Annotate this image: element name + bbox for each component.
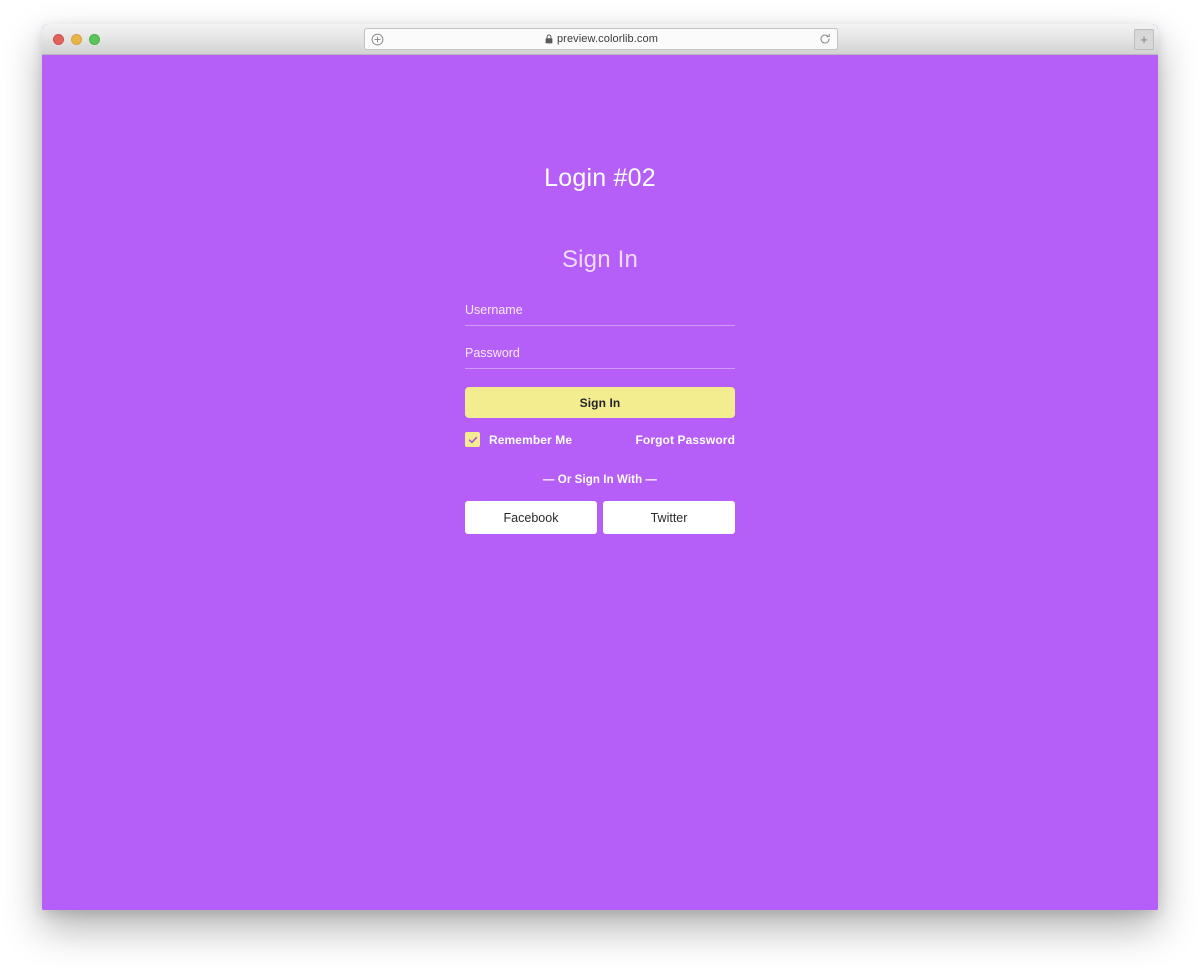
maximize-window-button[interactable] [89, 34, 100, 45]
forgot-password-link[interactable]: Forgot Password [635, 433, 735, 447]
remember-me-group[interactable]: Remember Me [465, 432, 572, 447]
browser-toolbar: preview.colorlib.com + [42, 24, 1158, 55]
twitter-button[interactable]: Twitter [603, 501, 735, 534]
facebook-button[interactable]: Facebook [465, 501, 597, 534]
browser-window: preview.colorlib.com + Login #02 Sign In… [42, 24, 1158, 910]
remember-me-checkbox[interactable] [465, 432, 480, 447]
minimize-window-button[interactable] [71, 34, 82, 45]
url-text: preview.colorlib.com [557, 33, 658, 45]
form-heading: Sign In [465, 246, 735, 274]
address-bar[interactable]: preview.colorlib.com [364, 28, 838, 50]
password-field-group [465, 343, 735, 369]
page-title: Login #02 [42, 164, 1158, 193]
add-circle-icon[interactable] [371, 33, 384, 46]
address-bar-content: preview.colorlib.com [384, 33, 819, 45]
close-window-button[interactable] [53, 34, 64, 45]
sign-in-button[interactable]: Sign In [465, 387, 735, 418]
password-input[interactable] [465, 343, 735, 369]
new-tab-button[interactable]: + [1134, 29, 1154, 50]
lock-icon [545, 34, 553, 44]
username-field-group [465, 300, 735, 326]
remember-me-label[interactable]: Remember Me [489, 433, 572, 447]
form-options-row: Remember Me Forgot Password [465, 432, 735, 447]
username-input[interactable] [465, 300, 735, 326]
social-buttons-row: Facebook Twitter [465, 501, 735, 534]
social-divider-label: — Or Sign In With — [465, 474, 735, 486]
login-form: Sign In Sign In Remember Me Forgot Pas [465, 246, 735, 534]
checkmark-icon [468, 435, 478, 445]
window-controls [53, 34, 100, 45]
reload-icon[interactable] [819, 33, 831, 45]
page-viewport: Login #02 Sign In Sign In Remember Me [42, 55, 1158, 910]
